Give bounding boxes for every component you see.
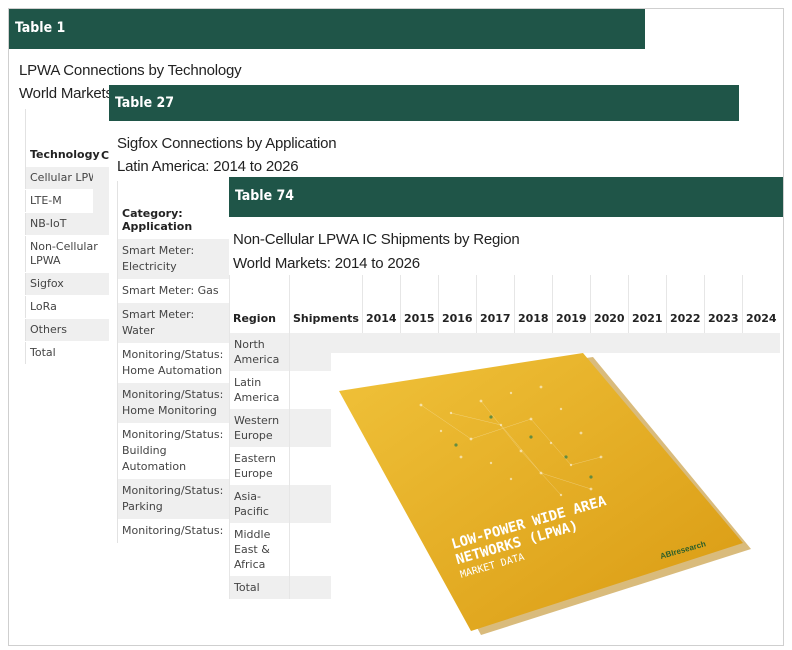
table74-header-year: 2024 xyxy=(741,275,781,333)
table74-header-year: 2020 xyxy=(589,275,629,333)
table74-label: Table 74 xyxy=(235,188,295,204)
table74-row-region: North America xyxy=(229,333,290,371)
table74-header-year: 2017 xyxy=(475,275,515,333)
table74-subtitle-line1: Non-Cellular LPWA IC Shipments by Region xyxy=(233,231,520,248)
table74-row-region: Eastern Europe xyxy=(229,447,290,485)
table74-header-region: Region xyxy=(229,275,290,333)
table27-row: Smart Meter: Water xyxy=(117,303,231,343)
table27-table: Category: Application Smart Meter: Elect… xyxy=(117,181,231,543)
report-cover-image: LOW-POWER WIDE AREA NETWORKS (LPWA) MARK… xyxy=(331,353,781,637)
table27-row: Monitoring/Status: Parking xyxy=(117,479,231,519)
table1-subtitle-line2: World Markets xyxy=(19,85,113,102)
table74-row-region: Western Europe xyxy=(229,409,290,447)
table27-row: Smart Meter: Electricity xyxy=(117,239,231,279)
table27-row: Smart Meter: Gas xyxy=(122,284,219,297)
table74-header-year: 2014 xyxy=(361,275,401,333)
table74-subtitle-line2: World Markets: 2014 to 2026 xyxy=(233,255,420,272)
table27-label: Table 27 xyxy=(115,95,175,111)
table1-header-col2: C xyxy=(101,149,110,162)
table74-header-year: 2019 xyxy=(551,275,591,333)
cover-page xyxy=(339,353,743,631)
report-cover-graphic: LOW-POWER WIDE AREA NETWORKS (LPWA) MARK… xyxy=(339,353,751,635)
table74-row-region: Asia-Pacific xyxy=(229,485,290,523)
screenshot-frame: Table 1 LPWA Connections by Technology W… xyxy=(8,8,784,646)
table27-header-category: Category: Application xyxy=(122,207,193,233)
table1-row: Total xyxy=(25,341,111,365)
table1-title-bar: Table 1 xyxy=(9,9,645,49)
table74-title-bar: Table 74 xyxy=(229,177,783,217)
table1-table: Technology Cellular LPWA LTE-M NB-IoT No… xyxy=(25,109,111,365)
table1-row: Others xyxy=(25,318,111,342)
table74-header-year: 2015 xyxy=(399,275,439,333)
table1-label: Table 1 xyxy=(15,20,66,36)
table74-row-region: Total xyxy=(229,576,290,599)
table74-header-year: 2023 xyxy=(703,275,743,333)
table27-subtitle-line1: Sigfox Connections by Application xyxy=(117,135,337,152)
table27-row: Monitoring/Status: xyxy=(122,524,224,537)
table1-row: Sigfox xyxy=(25,272,111,296)
table1-row: LoRa xyxy=(25,295,111,319)
table27-row: Monitoring/Status: Home Monitoring xyxy=(117,383,231,423)
table74-row-region: Middle East & Africa xyxy=(229,523,290,576)
table1-row: NB-IoT xyxy=(25,212,111,236)
table74-header-shipments: Shipments xyxy=(289,275,363,333)
table1-subtitle-line1: LPWA Connections by Technology xyxy=(19,62,242,79)
table74-row-region: Latin America xyxy=(229,371,290,409)
table27-row: Monitoring/Status: Home Automation xyxy=(122,348,224,377)
table1-row: Non-Cellular LPWA xyxy=(25,235,111,273)
table74-header-year: 2018 xyxy=(513,275,553,333)
table27-subtitle-line2: Latin America: 2014 to 2026 xyxy=(117,158,299,175)
table27-row: Monitoring/Status: Building Automation xyxy=(122,428,224,473)
table74-header-year: 2016 xyxy=(437,275,477,333)
table1-header-technology: Technology xyxy=(30,148,100,161)
table74-header-year: 2021 xyxy=(627,275,667,333)
table74-header-year: 2022 xyxy=(665,275,705,333)
table27-title-bar: Table 27 xyxy=(109,85,739,121)
